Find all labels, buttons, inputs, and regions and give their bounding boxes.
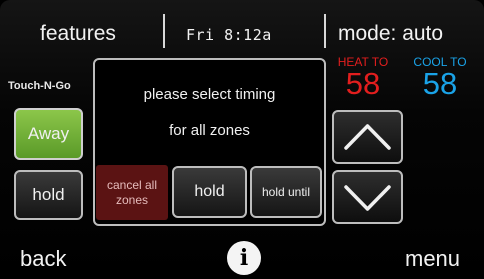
brand-logo: Touch-N-Go — [8, 80, 71, 92]
divider — [324, 14, 326, 48]
divider — [163, 14, 165, 48]
dialog-message-line1: please select timing — [143, 86, 276, 103]
hold-button[interactable]: hold — [14, 170, 83, 220]
dialog-hold-button[interactable]: hold — [172, 166, 247, 218]
top-bar: features Fri 8:12a mode: auto — [0, 0, 484, 52]
features-button[interactable]: features — [40, 22, 116, 46]
heat-value: 58 — [345, 66, 381, 101]
up-arrow-button[interactable] — [332, 110, 403, 164]
bottom-bar: back i menu — [0, 230, 484, 279]
hold-until-button[interactable]: hold until — [250, 166, 322, 218]
chevron-up-icon — [344, 124, 391, 150]
mode-button[interactable]: mode: auto — [338, 22, 443, 46]
heat-setpoint[interactable]: HEAT TO 58 — [330, 56, 396, 100]
menu-button[interactable]: menu — [405, 246, 460, 272]
down-arrow-button[interactable] — [332, 170, 403, 224]
chevron-down-icon — [344, 185, 391, 211]
cancel-all-zones-button[interactable]: cancel all zones — [96, 165, 168, 220]
date-time: Fri 8:12a — [186, 26, 272, 44]
dialog-message-line2: for all zones — [169, 122, 250, 139]
cool-value: 58 — [422, 66, 458, 101]
cool-setpoint[interactable]: COOL TO 58 — [404, 56, 476, 100]
back-button[interactable]: back — [20, 246, 66, 272]
info-icon[interactable]: i — [227, 241, 261, 275]
away-button[interactable]: Away — [14, 108, 83, 160]
thermostat-screen: features Fri 8:12a mode: auto HEAT TO 58… — [0, 0, 484, 279]
